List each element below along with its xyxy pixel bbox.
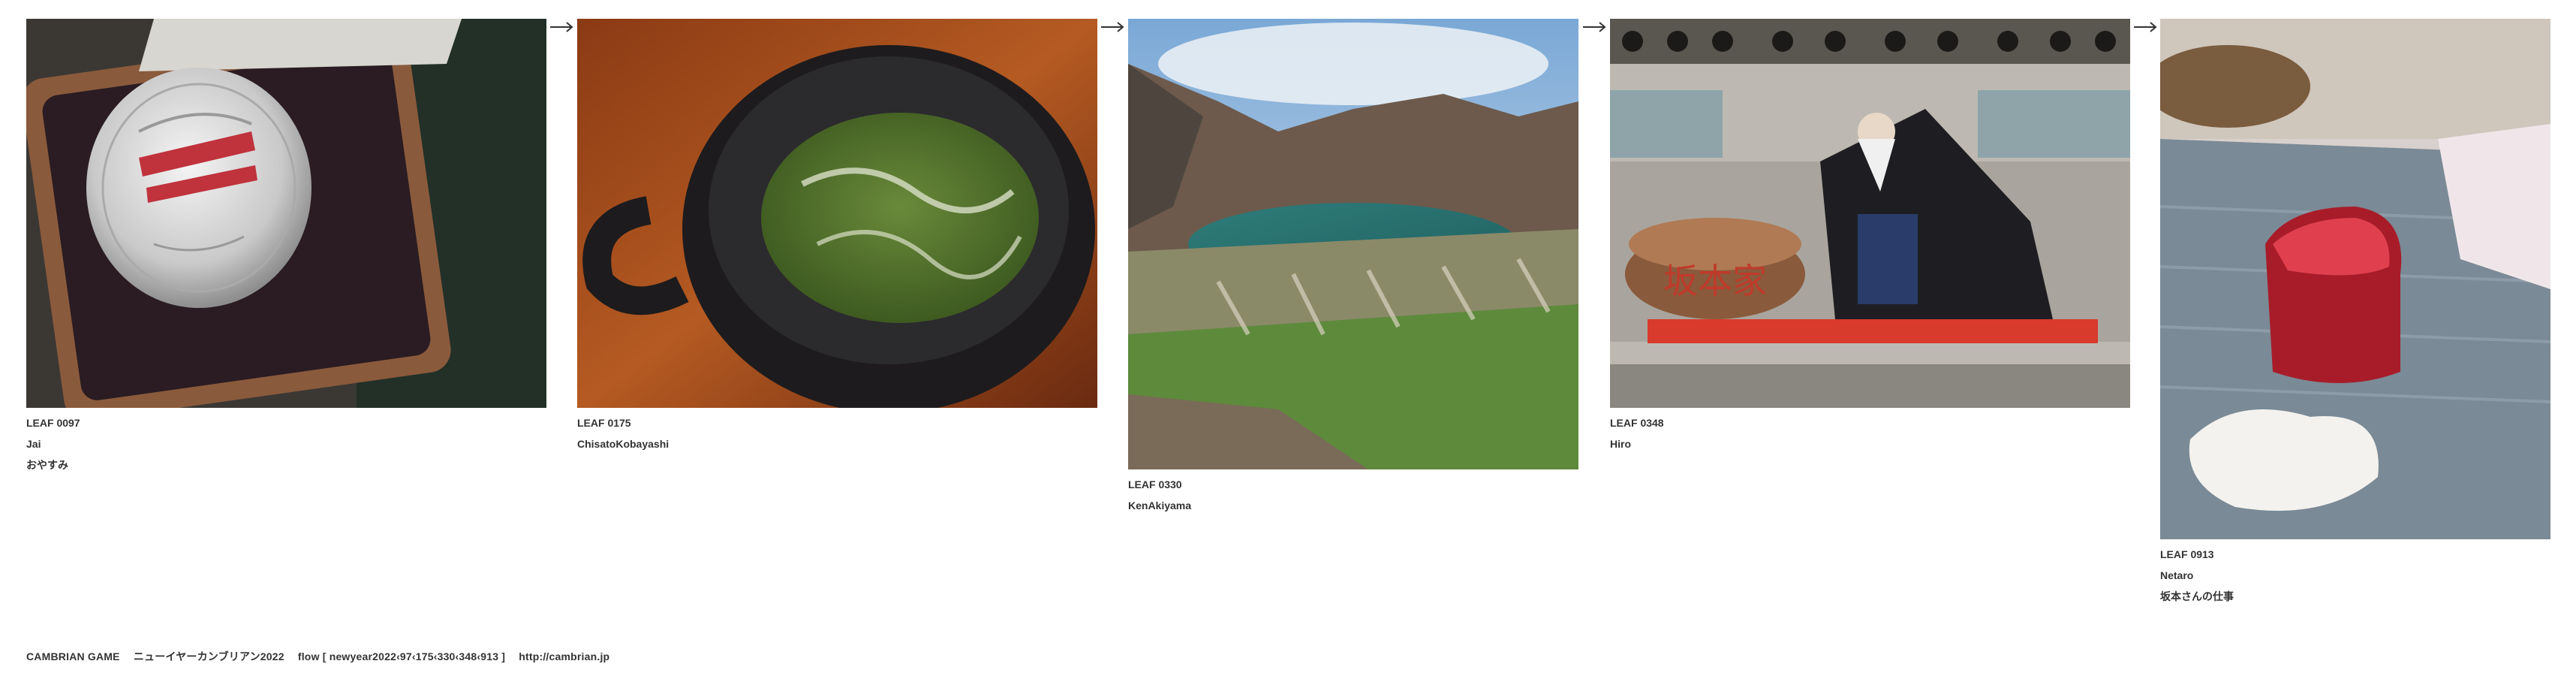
leaf-author[interactable]: Netaro	[2160, 565, 2550, 586]
leaf-photo-coin[interactable]	[26, 19, 546, 408]
leaf-photo-crater-lake[interactable]	[1128, 19, 1578, 469]
right-arrow-icon	[1583, 22, 1606, 32]
footer-title: ニューイヤーカンブリアン2022	[133, 650, 284, 662]
leaf-id[interactable]: LEAF 0175	[577, 412, 1097, 433]
leaf-comment: おやすみ	[26, 459, 68, 471]
sign-text: 坂本家	[1663, 261, 1767, 301]
leaf-comment: 坂本さんの仕事	[2160, 590, 2234, 602]
footer-brand[interactable]: CAMBRIAN GAME	[26, 650, 120, 662]
leaf-card: 坂本家 LEAF 0348 Hiro	[1610, 19, 2130, 454]
right-arrow-icon	[550, 22, 573, 32]
leaf-card: LEAF 0175 ChisatoKobayashi	[577, 19, 1097, 454]
leaf-id[interactable]: LEAF 0097	[26, 412, 546, 433]
footer: CAMBRIAN GAME ニューイヤーカンブリアン2022 flow [ ne…	[26, 649, 609, 664]
leaf-author[interactable]: Hiro	[1610, 433, 2130, 454]
leaf-card: LEAF 0913 Netaro 坂本さんの仕事	[2160, 19, 2550, 607]
leaf-photo-storefront[interactable]: 坂本家	[1610, 19, 2130, 408]
leaf-author[interactable]: KenAkiyama	[1128, 495, 1578, 516]
leaf-id[interactable]: LEAF 0330	[1128, 474, 1578, 495]
leaf-id[interactable]: LEAF 0348	[1610, 412, 2130, 433]
leaf-author[interactable]: Jai	[26, 433, 546, 454]
right-arrow-icon	[2134, 22, 2157, 32]
leaf-id[interactable]: LEAF 0913	[2160, 544, 2550, 565]
footer-url[interactable]: http://cambrian.jp	[519, 650, 609, 662]
leaf-author[interactable]: ChisatoKobayashi	[577, 433, 1097, 454]
footer-flow: flow [ newyear2022‹97‹175‹330‹348‹913 ]	[297, 650, 506, 662]
leaf-photo-matcha[interactable]	[577, 19, 1097, 408]
leaf-card: LEAF 0330 KenAkiyama	[1128, 19, 1578, 516]
right-arrow-icon	[1101, 22, 1124, 32]
leaf-photo-tuna[interactable]	[2160, 19, 2550, 539]
leaf-card: LEAF 0097 Jai おやすみ	[26, 19, 546, 475]
